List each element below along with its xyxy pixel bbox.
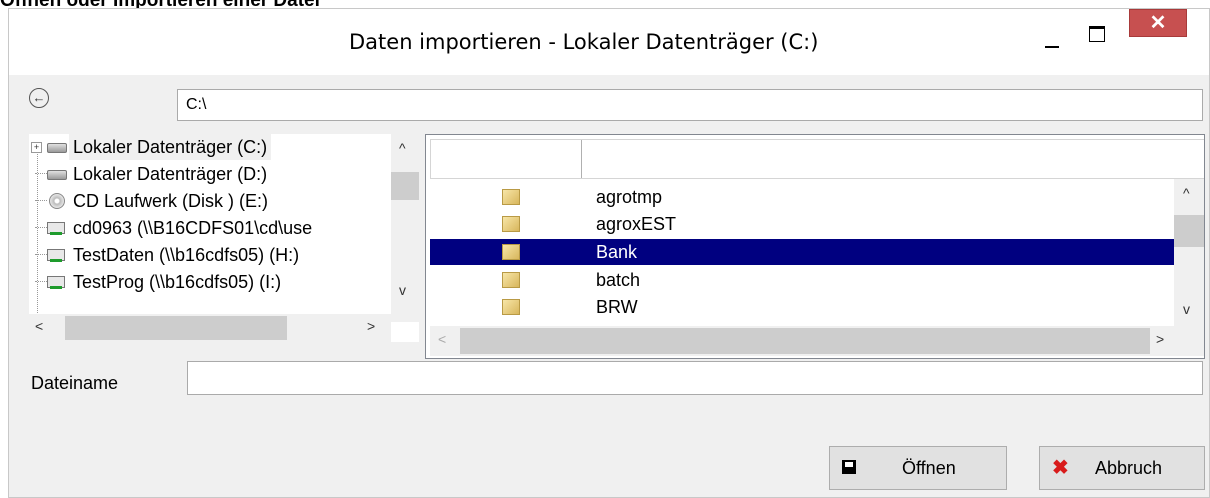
list-item[interactable]: agrotmp	[430, 184, 1174, 210]
list-item[interactable]: agroxEST	[430, 211, 1174, 237]
scroll-up-icon[interactable]: ^	[1183, 185, 1190, 201]
file-name: BRW	[596, 297, 638, 317]
folder-icon	[502, 189, 520, 205]
list-item[interactable]: BRW	[430, 294, 1174, 320]
tree-horizontal-scrollbar[interactable]: < >	[29, 314, 391, 342]
tree-item-label: cd0963 (\\B16CDFS01\cd\use	[73, 218, 313, 238]
window-title: Daten importieren - Lokaler Datenträger …	[349, 30, 819, 54]
column-header[interactable]	[430, 140, 582, 178]
scroll-right-icon[interactable]: >	[367, 318, 375, 334]
list-item[interactable]: batch	[430, 267, 1174, 293]
minimize-button[interactable]	[1041, 29, 1061, 49]
list-horizontal-scrollbar[interactable]: < >	[430, 326, 1204, 356]
file-list[interactable]: agrotmp agroxEST Bank batch BRW ^ v < >	[425, 134, 1205, 359]
scroll-down-icon[interactable]: v	[1183, 301, 1190, 317]
folder-icon	[502, 299, 520, 315]
filename-label: Dateiname	[31, 373, 119, 393]
drive-icon	[47, 141, 67, 153]
list-vertical-scrollbar[interactable]: ^ v	[1174, 179, 1204, 349]
open-button-label: Öffnen	[902, 458, 956, 478]
folder-icon	[502, 216, 520, 232]
list-item-selected[interactable]: Bank	[430, 239, 1174, 265]
tree-item-label: Lokaler Datenträger (D:)	[73, 164, 268, 184]
tree-item-label: TestDaten (\\b16cdfs05) (H:)	[73, 245, 300, 265]
scroll-left-icon[interactable]: <	[35, 318, 43, 334]
scroll-thumb[interactable]	[1174, 215, 1204, 247]
cancel-button-label: Abbruch	[1095, 458, 1163, 478]
scroll-thumb[interactable]	[460, 328, 1150, 354]
expand-icon[interactable]: +	[31, 142, 42, 153]
scroll-thumb[interactable]	[65, 316, 287, 340]
cd-drive-icon	[47, 193, 67, 209]
close-button[interactable]: ✕	[1129, 9, 1187, 37]
network-drive-icon	[47, 249, 67, 262]
scroll-down-icon[interactable]: v	[399, 282, 406, 298]
save-disk-icon	[842, 460, 858, 476]
network-drive-icon	[47, 276, 67, 289]
file-name: batch	[596, 270, 641, 290]
scroll-thumb[interactable]	[391, 172, 419, 200]
network-drive-icon	[47, 222, 67, 235]
scroll-left-icon[interactable]: <	[438, 331, 446, 347]
import-dialog: Daten importieren - Lokaler Datenträger …	[8, 8, 1210, 498]
cancel-button[interactable]: ✖ Abbruch	[1039, 446, 1205, 490]
title-bar: Daten importieren - Lokaler Datenträger …	[9, 9, 1209, 75]
tree-item-label: CD Laufwerk (Disk ) (E:)	[73, 191, 269, 211]
open-button[interactable]: Öffnen	[829, 446, 1007, 490]
scroll-up-icon[interactable]: ^	[399, 140, 406, 156]
list-header	[430, 139, 1204, 179]
file-name: Bank	[596, 242, 638, 262]
drive-icon	[47, 168, 67, 180]
folder-icon	[502, 272, 520, 288]
path-input[interactable]: C:\	[177, 89, 1203, 121]
back-icon[interactable]: ←	[29, 88, 49, 108]
tree-guide-line	[37, 149, 38, 339]
tree-item-label: Lokaler Datenträger (C:)	[69, 134, 272, 160]
file-name: agrotmp	[596, 187, 663, 207]
folder-icon	[502, 244, 520, 260]
maximize-button[interactable]	[1087, 23, 1107, 43]
tree-vertical-scrollbar[interactable]: ^ v	[391, 134, 419, 322]
cancel-x-icon: ✖	[1052, 457, 1069, 479]
tree-item-label: TestProg (\\b16cdfs05) (I:)	[73, 272, 282, 292]
scroll-right-icon[interactable]: >	[1156, 331, 1164, 347]
file-name: agroxEST	[596, 214, 677, 234]
drive-tree[interactable]: + Lokaler Datenträger (C:) Lokaler Daten…	[29, 134, 419, 342]
filename-input[interactable]	[187, 361, 1203, 395]
